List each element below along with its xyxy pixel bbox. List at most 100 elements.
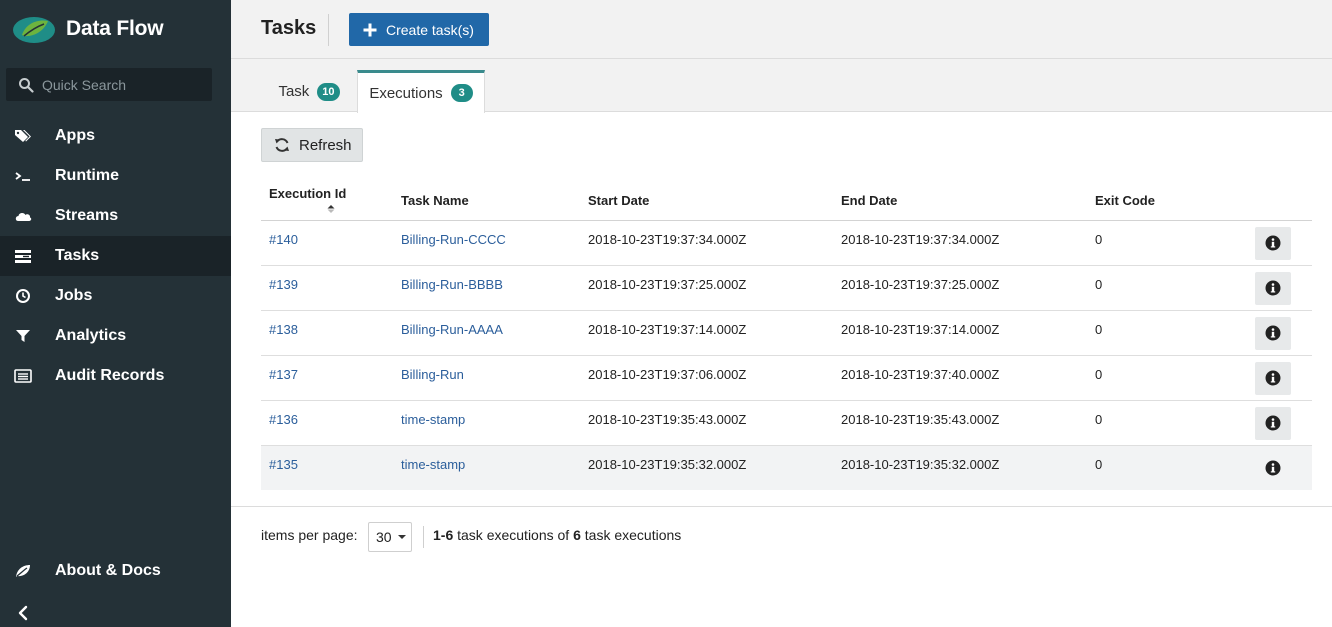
sidebar-item-label: About & Docs bbox=[55, 562, 161, 579]
table-row: #140 Billing-Run-CCCC 2018-10-23T19:37:3… bbox=[261, 220, 1312, 266]
header-divider bbox=[328, 14, 329, 46]
tags-icon bbox=[14, 128, 32, 144]
table-row: #137 Billing-Run 2018-10-23T19:37:06.000… bbox=[261, 355, 1312, 401]
create-task-label: Create task(s) bbox=[386, 21, 474, 38]
search-input[interactable] bbox=[42, 76, 202, 93]
search-icon bbox=[19, 77, 34, 93]
pagination-summary: 1-6 task executions of 6 task executions bbox=[433, 527, 681, 543]
task-name-link[interactable]: time-stamp bbox=[401, 457, 465, 472]
filter-icon bbox=[14, 328, 32, 344]
execution-id-link[interactable]: #135 bbox=[269, 457, 298, 472]
items-per-page-label: items per page: bbox=[261, 527, 358, 543]
clock-icon bbox=[14, 288, 32, 304]
exit-code: 0 bbox=[1095, 310, 1245, 356]
pagination-range: 1-6 bbox=[433, 527, 454, 543]
info-button[interactable] bbox=[1255, 271, 1291, 305]
count-badge: 3 bbox=[450, 84, 473, 102]
table-row: #136 time-stamp 2018-10-23T19:35:43.000Z… bbox=[261, 400, 1312, 446]
task-name-link[interactable]: Billing-Run-BBBB bbox=[401, 277, 503, 292]
end-date: 2018-10-23T19:37:40.000Z bbox=[841, 355, 1095, 401]
cloud-icon bbox=[14, 208, 32, 224]
info-icon bbox=[1265, 415, 1281, 431]
info-button[interactable] bbox=[1255, 316, 1291, 350]
items-per-page-select[interactable]: 30 bbox=[368, 522, 412, 552]
tab-task[interactable]: Task 10 bbox=[261, 70, 357, 113]
column-header-end-date[interactable]: End Date bbox=[841, 182, 1095, 221]
info-icon bbox=[1265, 370, 1281, 386]
collapse-sidebar-icon[interactable] bbox=[14, 604, 32, 622]
sidebar-item-label: Streams bbox=[55, 207, 119, 224]
start-date: 2018-10-23T19:37:25.000Z bbox=[588, 265, 841, 311]
exit-code: 0 bbox=[1095, 400, 1245, 446]
exit-code: 0 bbox=[1095, 445, 1245, 490]
info-button[interactable] bbox=[1255, 406, 1291, 440]
sidebar-item-label: Runtime bbox=[55, 167, 119, 184]
end-date: 2018-10-23T19:37:14.000Z bbox=[841, 310, 1095, 356]
column-header-exit-code[interactable]: Exit Code bbox=[1095, 182, 1245, 221]
table-header-row: Execution Id Task Name Start Date End Da… bbox=[261, 182, 1312, 221]
start-date: 2018-10-23T19:35:32.000Z bbox=[588, 445, 841, 490]
page-title: Tasks bbox=[261, 17, 317, 39]
exit-code: 0 bbox=[1095, 220, 1245, 266]
start-date: 2018-10-23T19:37:34.000Z bbox=[588, 220, 841, 266]
pagination-middle-text: task executions of bbox=[453, 527, 574, 543]
quick-search[interactable] bbox=[6, 68, 212, 101]
executions-table: Execution Id Task Name Start Date End Da… bbox=[261, 182, 1312, 490]
task-name-link[interactable]: Billing-Run-AAAA bbox=[401, 322, 503, 337]
sidebar-item-label: Analytics bbox=[55, 327, 127, 344]
table-row: #139 Billing-Run-BBBB 2018-10-23T19:37:2… bbox=[261, 265, 1312, 311]
refresh-button[interactable]: Refresh bbox=[261, 128, 363, 162]
sidebar-item-analytics[interactable]: Analytics bbox=[0, 316, 231, 356]
start-date: 2018-10-23T19:35:43.000Z bbox=[588, 400, 841, 446]
items-per-page-value: 30 bbox=[376, 529, 392, 545]
table-row: #135 time-stamp 2018-10-23T19:35:32.000Z… bbox=[261, 445, 1312, 490]
execution-id-link[interactable]: #136 bbox=[269, 412, 298, 427]
tab-executions[interactable]: Executions 3 bbox=[357, 70, 485, 113]
page-header: Tasks Create task(s) bbox=[231, 0, 1332, 59]
end-date: 2018-10-23T19:37:25.000Z bbox=[841, 265, 1095, 311]
leaf-icon bbox=[14, 563, 32, 579]
app-title: Data Flow bbox=[66, 17, 164, 40]
pagination-divider bbox=[423, 526, 424, 548]
sidebar-item-tasks[interactable]: Tasks bbox=[0, 236, 231, 276]
info-icon bbox=[1265, 280, 1281, 296]
execution-id-link[interactable]: #140 bbox=[269, 232, 298, 247]
start-date: 2018-10-23T19:37:14.000Z bbox=[588, 310, 841, 356]
brand[interactable]: Data Flow bbox=[12, 12, 164, 46]
end-date: 2018-10-23T19:35:32.000Z bbox=[841, 445, 1095, 490]
sidebar-item-label: Jobs bbox=[55, 287, 93, 304]
caret-down-icon bbox=[397, 535, 406, 539]
list-icon bbox=[14, 368, 32, 384]
info-button[interactable] bbox=[1255, 361, 1291, 395]
end-date: 2018-10-23T19:35:43.000Z bbox=[841, 400, 1095, 446]
column-header-task-name[interactable]: Task Name bbox=[401, 182, 588, 221]
execution-id-link[interactable]: #139 bbox=[269, 277, 298, 292]
execution-id-link[interactable]: #138 bbox=[269, 322, 298, 337]
column-header-execution-id[interactable]: Execution Id bbox=[261, 182, 401, 221]
sidebar-item-label: Apps bbox=[55, 127, 95, 144]
pagination-total: 6 bbox=[573, 527, 581, 543]
sidebar-nav: Apps Runtime Streams Tasks Jobs Analytic… bbox=[0, 116, 231, 396]
sort-icon bbox=[327, 205, 335, 214]
refresh-label: Refresh bbox=[299, 136, 352, 154]
task-name-link[interactable]: time-stamp bbox=[401, 412, 465, 427]
create-task-button[interactable]: Create task(s) bbox=[349, 13, 489, 46]
sidebar-item-streams[interactable]: Streams bbox=[0, 196, 231, 236]
spring-leaf-logo-icon bbox=[13, 17, 55, 43]
sidebar-item-about-docs[interactable]: About & Docs bbox=[0, 551, 231, 591]
info-button[interactable] bbox=[1255, 452, 1291, 485]
column-header-start-date[interactable]: Start Date bbox=[588, 182, 841, 221]
sidebar-item-apps[interactable]: Apps bbox=[0, 116, 231, 156]
column-header-actions bbox=[1245, 182, 1312, 221]
execution-id-link[interactable]: #137 bbox=[269, 367, 298, 382]
sidebar-item-audit-records[interactable]: Audit Records bbox=[0, 356, 231, 396]
task-name-link[interactable]: Billing-Run-CCCC bbox=[401, 232, 506, 247]
sidebar-item-runtime[interactable]: Runtime bbox=[0, 156, 231, 196]
info-icon bbox=[1265, 325, 1281, 341]
tab-label: Executions bbox=[369, 84, 443, 102]
tabs-bar: Task 10 Executions 3 bbox=[231, 59, 1332, 113]
sidebar-item-jobs[interactable]: Jobs bbox=[0, 276, 231, 316]
info-button[interactable] bbox=[1255, 226, 1291, 260]
task-name-link[interactable]: Billing-Run bbox=[401, 367, 464, 382]
sidebar-item-label: Tasks bbox=[55, 247, 100, 264]
